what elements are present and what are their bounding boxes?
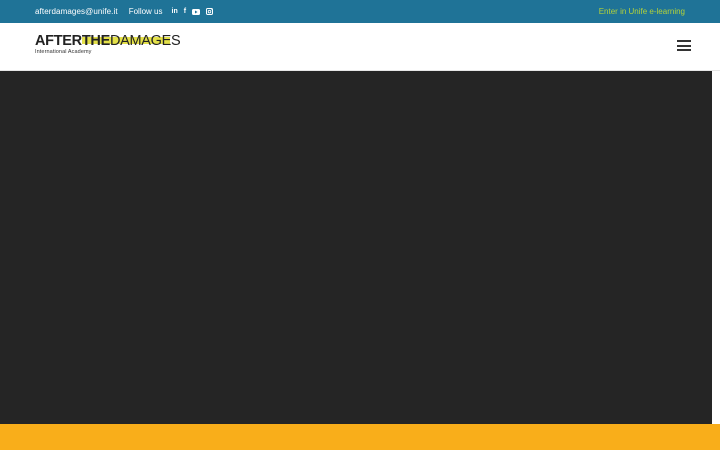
elearning-link[interactable]: Enter in Unife e-learning (599, 0, 685, 23)
top-bar: afterdamages@unife.it Follow us in f Ent… (0, 0, 720, 23)
footer-band (0, 424, 720, 450)
follow-us-label: Follow us (128, 7, 163, 16)
youtube-icon[interactable] (192, 8, 201, 15)
logo-tagline: International Academy (35, 49, 92, 55)
facebook-icon[interactable]: f (184, 8, 186, 15)
hero-section (0, 71, 712, 424)
logo-word-after: AFTER (35, 33, 82, 49)
logo-wordmark: AFTER THE DAMAGES (35, 33, 181, 49)
logo-word-damages: DAMAGES (109, 33, 181, 49)
social-links: in f (172, 8, 214, 15)
instagram-icon[interactable] (206, 8, 214, 15)
contact-email-link[interactable]: afterdamages@unife.it (35, 7, 118, 16)
scrollbar-gutter (712, 71, 720, 424)
linkedin-icon[interactable]: in (172, 8, 178, 15)
site-header: AFTER THE DAMAGES International Academy (0, 23, 720, 71)
top-bar-left: afterdamages@unife.it Follow us in f (35, 7, 214, 16)
logo-word-the: THE (81, 33, 110, 49)
site-logo[interactable]: AFTER THE DAMAGES International Academy (35, 33, 181, 55)
hamburger-menu-icon[interactable] (677, 40, 691, 51)
